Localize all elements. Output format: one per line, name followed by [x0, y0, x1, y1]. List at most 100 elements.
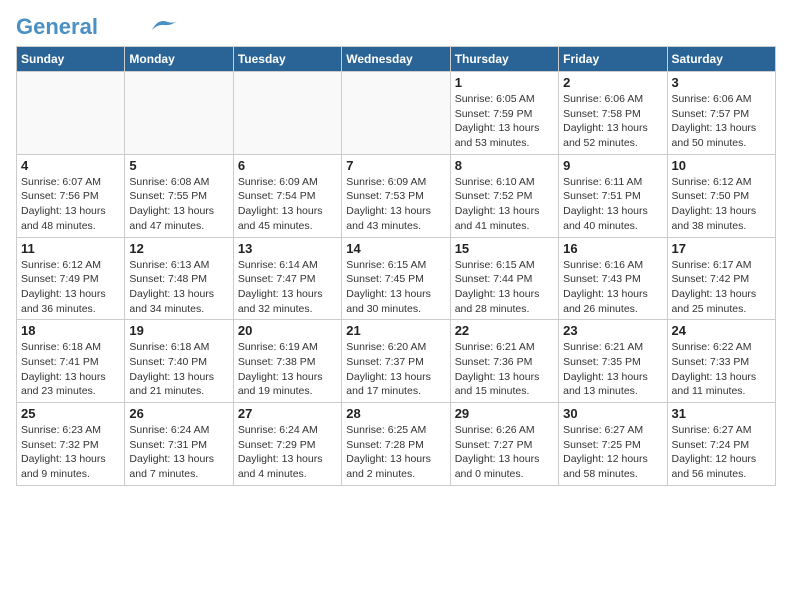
calendar-cell: 8 Sunrise: 6:10 AMSunset: 7:52 PMDaylight… — [450, 154, 558, 237]
day-info: Sunrise: 6:07 AMSunset: 7:56 PMDaylight:… — [21, 175, 120, 234]
day-info: Sunrise: 6:14 AMSunset: 7:47 PMDaylight:… — [238, 258, 337, 317]
day-number: 29 — [455, 406, 554, 421]
day-number: 12 — [129, 241, 228, 256]
day-number: 21 — [346, 323, 445, 338]
calendar-cell: 7 Sunrise: 6:09 AMSunset: 7:53 PMDaylight… — [342, 154, 450, 237]
day-number: 3 — [672, 75, 771, 90]
day-info: Sunrise: 6:09 AMSunset: 7:54 PMDaylight:… — [238, 175, 337, 234]
calendar-cell: 4 Sunrise: 6:07 AMSunset: 7:56 PMDaylight… — [17, 154, 125, 237]
calendar-cell: 14 Sunrise: 6:15 AMSunset: 7:45 PMDayligh… — [342, 237, 450, 320]
day-info: Sunrise: 6:25 AMSunset: 7:28 PMDaylight:… — [346, 423, 445, 482]
day-number: 5 — [129, 158, 228, 173]
day-info: Sunrise: 6:20 AMSunset: 7:37 PMDaylight:… — [346, 340, 445, 399]
day-info: Sunrise: 6:18 AMSunset: 7:40 PMDaylight:… — [129, 340, 228, 399]
day-header-wednesday: Wednesday — [342, 47, 450, 72]
calendar-cell: 11 Sunrise: 6:12 AMSunset: 7:49 PMDayligh… — [17, 237, 125, 320]
day-info: Sunrise: 6:16 AMSunset: 7:43 PMDaylight:… — [563, 258, 662, 317]
calendar-cell: 31Sunrise: 6:27 AMSunset: 7:24 PMDayligh… — [667, 403, 775, 486]
day-info: Sunrise: 6:12 AMSunset: 7:50 PMDaylight:… — [672, 175, 771, 234]
calendar-cell: 29 Sunrise: 6:26 AMSunset: 7:27 PMDayligh… — [450, 403, 558, 486]
page-header: General — [16, 16, 776, 34]
day-number: 30 — [563, 406, 662, 421]
day-info: Sunrise: 6:13 AMSunset: 7:48 PMDaylight:… — [129, 258, 228, 317]
day-number: 6 — [238, 158, 337, 173]
day-header-friday: Friday — [559, 47, 667, 72]
calendar-cell — [342, 72, 450, 155]
day-info: Sunrise: 6:06 AMSunset: 7:58 PMDaylight:… — [563, 92, 662, 151]
calendar-cell: 6 Sunrise: 6:09 AMSunset: 7:54 PMDaylight… — [233, 154, 341, 237]
day-number: 9 — [563, 158, 662, 173]
day-number: 19 — [129, 323, 228, 338]
calendar-header-row: SundayMondayTuesdayWednesdayThursdayFrid… — [17, 47, 776, 72]
logo-bird-icon — [150, 16, 180, 34]
calendar-cell: 10 Sunrise: 6:12 AMSunset: 7:50 PMDayligh… — [667, 154, 775, 237]
day-info: Sunrise: 6:12 AMSunset: 7:49 PMDaylight:… — [21, 258, 120, 317]
day-info: Sunrise: 6:08 AMSunset: 7:55 PMDaylight:… — [129, 175, 228, 234]
day-info: Sunrise: 6:17 AMSunset: 7:42 PMDaylight:… — [672, 258, 771, 317]
day-info: Sunrise: 6:27 AMSunset: 7:25 PMDaylight:… — [563, 423, 662, 482]
logo-text: General — [16, 16, 98, 38]
calendar-week-1: 1 Sunrise: 6:05 AMSunset: 7:59 PMDaylight… — [17, 72, 776, 155]
calendar-cell: 24Sunrise: 6:22 AMSunset: 7:33 PMDayligh… — [667, 320, 775, 403]
calendar-cell: 18 Sunrise: 6:18 AMSunset: 7:41 PMDayligh… — [17, 320, 125, 403]
day-header-thursday: Thursday — [450, 47, 558, 72]
day-number: 1 — [455, 75, 554, 90]
calendar-cell: 26Sunrise: 6:24 AMSunset: 7:31 PMDayligh… — [125, 403, 233, 486]
day-number: 16 — [563, 241, 662, 256]
calendar-cell: 23Sunrise: 6:21 AMSunset: 7:35 PMDayligh… — [559, 320, 667, 403]
day-number: 11 — [21, 241, 120, 256]
day-number: 8 — [455, 158, 554, 173]
day-info: Sunrise: 6:05 AMSunset: 7:59 PMDaylight:… — [455, 92, 554, 151]
calendar-cell: 30 Sunrise: 6:27 AMSunset: 7:25 PMDayligh… — [559, 403, 667, 486]
day-info: Sunrise: 6:09 AMSunset: 7:53 PMDaylight:… — [346, 175, 445, 234]
day-number: 23 — [563, 323, 662, 338]
logo: General — [16, 16, 180, 34]
day-info: Sunrise: 6:23 AMSunset: 7:32 PMDaylight:… — [21, 423, 120, 482]
calendar-cell: 22Sunrise: 6:21 AMSunset: 7:36 PMDayligh… — [450, 320, 558, 403]
calendar-cell: 21 Sunrise: 6:20 AMSunset: 7:37 PMDayligh… — [342, 320, 450, 403]
calendar-cell — [17, 72, 125, 155]
day-number: 4 — [21, 158, 120, 173]
calendar-week-4: 18 Sunrise: 6:18 AMSunset: 7:41 PMDayligh… — [17, 320, 776, 403]
day-info: Sunrise: 6:15 AMSunset: 7:45 PMDaylight:… — [346, 258, 445, 317]
calendar-cell: 25 Sunrise: 6:23 AMSunset: 7:32 PMDayligh… — [17, 403, 125, 486]
calendar-cell: 19 Sunrise: 6:18 AMSunset: 7:40 PMDayligh… — [125, 320, 233, 403]
day-info: Sunrise: 6:19 AMSunset: 7:38 PMDaylight:… — [238, 340, 337, 399]
day-number: 25 — [21, 406, 120, 421]
day-info: Sunrise: 6:18 AMSunset: 7:41 PMDaylight:… — [21, 340, 120, 399]
day-number: 17 — [672, 241, 771, 256]
day-info: Sunrise: 6:10 AMSunset: 7:52 PMDaylight:… — [455, 175, 554, 234]
day-number: 10 — [672, 158, 771, 173]
calendar-week-3: 11 Sunrise: 6:12 AMSunset: 7:49 PMDayligh… — [17, 237, 776, 320]
calendar-cell — [125, 72, 233, 155]
day-info: Sunrise: 6:24 AMSunset: 7:31 PMDaylight:… — [129, 423, 228, 482]
calendar-cell: 15Sunrise: 6:15 AMSunset: 7:44 PMDayligh… — [450, 237, 558, 320]
calendar-cell: 27Sunrise: 6:24 AMSunset: 7:29 PMDayligh… — [233, 403, 341, 486]
day-number: 14 — [346, 241, 445, 256]
day-number: 7 — [346, 158, 445, 173]
day-number: 27 — [238, 406, 337, 421]
calendar-cell: 28Sunrise: 6:25 AMSunset: 7:28 PMDayligh… — [342, 403, 450, 486]
calendar-cell: 2 Sunrise: 6:06 AMSunset: 7:58 PMDaylight… — [559, 72, 667, 155]
day-header-saturday: Saturday — [667, 47, 775, 72]
calendar-week-2: 4 Sunrise: 6:07 AMSunset: 7:56 PMDaylight… — [17, 154, 776, 237]
calendar-cell: 13 Sunrise: 6:14 AMSunset: 7:47 PMDayligh… — [233, 237, 341, 320]
day-info: Sunrise: 6:11 AMSunset: 7:51 PMDaylight:… — [563, 175, 662, 234]
calendar-cell — [233, 72, 341, 155]
day-number: 13 — [238, 241, 337, 256]
day-header-sunday: Sunday — [17, 47, 125, 72]
calendar-cell: 9 Sunrise: 6:11 AMSunset: 7:51 PMDaylight… — [559, 154, 667, 237]
calendar-cell: 12 Sunrise: 6:13 AMSunset: 7:48 PMDayligh… — [125, 237, 233, 320]
calendar-week-5: 25 Sunrise: 6:23 AMSunset: 7:32 PMDayligh… — [17, 403, 776, 486]
day-info: Sunrise: 6:15 AMSunset: 7:44 PMDaylight:… — [455, 258, 554, 317]
day-number: 2 — [563, 75, 662, 90]
calendar-cell: 5 Sunrise: 6:08 AMSunset: 7:55 PMDaylight… — [125, 154, 233, 237]
calendar-cell: 17 Sunrise: 6:17 AMSunset: 7:42 PMDayligh… — [667, 237, 775, 320]
day-number: 24 — [672, 323, 771, 338]
day-header-tuesday: Tuesday — [233, 47, 341, 72]
calendar-cell: 3 Sunrise: 6:06 AMSunset: 7:57 PMDaylight… — [667, 72, 775, 155]
day-number: 18 — [21, 323, 120, 338]
day-info: Sunrise: 6:21 AMSunset: 7:36 PMDaylight:… — [455, 340, 554, 399]
day-info: Sunrise: 6:06 AMSunset: 7:57 PMDaylight:… — [672, 92, 771, 151]
day-info: Sunrise: 6:26 AMSunset: 7:27 PMDaylight:… — [455, 423, 554, 482]
